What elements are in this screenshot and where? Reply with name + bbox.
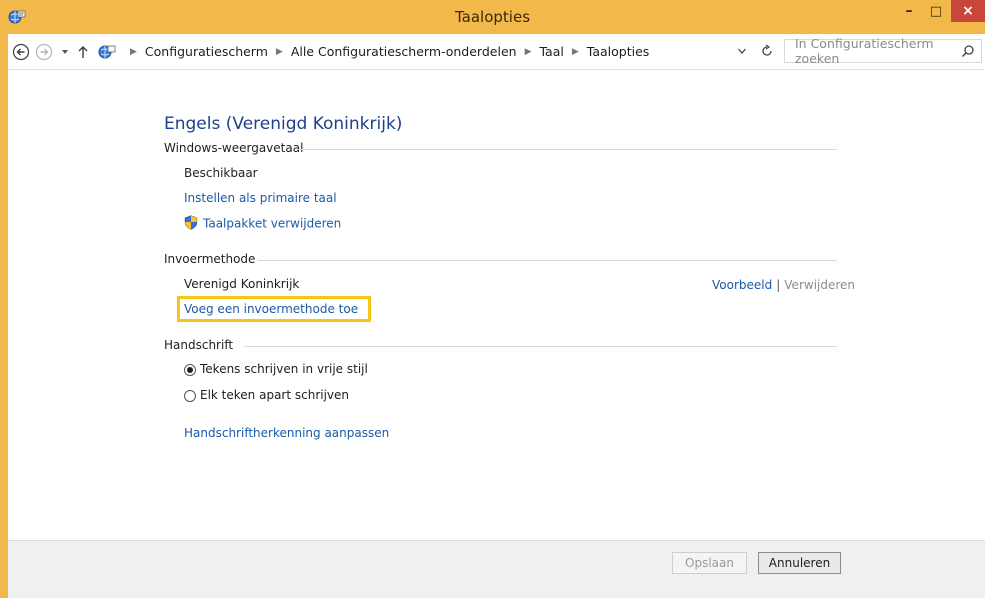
up-arrow-icon bbox=[78, 46, 88, 58]
address-bar: ▶ Configuratiescherm ▶ Alle Configuratie… bbox=[8, 34, 985, 70]
radio-single-label: Elk teken apart schrijven bbox=[200, 388, 350, 402]
breadcrumb-item-control-panel[interactable]: Configuratiescherm bbox=[145, 44, 268, 59]
chevron-down-icon bbox=[737, 48, 746, 54]
breadcrumb-separator-icon: ▶ bbox=[275, 46, 283, 57]
window-title: Taalopties bbox=[454, 8, 531, 26]
cancel-button[interactable]: Annuleren bbox=[758, 552, 841, 574]
refresh-icon bbox=[761, 44, 772, 56]
link-separator: | bbox=[776, 278, 781, 292]
back-button[interactable] bbox=[12, 43, 30, 61]
search-icon[interactable] bbox=[961, 44, 975, 61]
radio-button-selected[interactable] bbox=[184, 363, 196, 376]
input-method-actions: Voorbeeld | Verwijderen bbox=[712, 278, 855, 292]
preview-link[interactable]: Voorbeeld bbox=[712, 278, 772, 292]
add-input-method-link[interactable]: Voeg een invoermethode toe bbox=[184, 302, 358, 316]
set-primary-language-link[interactable]: Instellen als primaire taal bbox=[184, 191, 337, 205]
refresh-button[interactable] bbox=[760, 44, 774, 61]
language-icon bbox=[98, 45, 116, 59]
radio-single-character[interactable]: Elk teken apart schrijven bbox=[184, 388, 349, 402]
breadcrumb-item-all-items[interactable]: Alle Configuratiescherm-onderdelen bbox=[291, 44, 517, 59]
section-divider bbox=[258, 260, 837, 261]
breadcrumb-item-language[interactable]: Taal bbox=[539, 44, 563, 59]
section-divider bbox=[298, 149, 837, 150]
input-method-name: Verenigd Koninkrijk bbox=[184, 277, 300, 291]
breadcrumb-separator-icon: ▶ bbox=[571, 46, 579, 57]
display-language-status: Beschikbaar bbox=[184, 166, 258, 180]
minimize-icon: – bbox=[905, 3, 913, 19]
maximize-button[interactable]: □ bbox=[923, 0, 949, 22]
address-controls bbox=[730, 40, 780, 64]
title-bar[interactable]: Taalopties – □ × bbox=[0, 0, 985, 34]
section-label-display-language: Windows-weergavetaal bbox=[164, 141, 304, 155]
address-history-button[interactable] bbox=[737, 45, 747, 59]
minimize-button[interactable]: – bbox=[895, 0, 923, 22]
content-area: Engels (Verenigd Koninkrijk) Windows-wee… bbox=[8, 70, 985, 540]
search-placeholder: In Configuratiescherm zoeken bbox=[795, 36, 934, 66]
remove-input-method-link: Verwijderen bbox=[784, 278, 856, 292]
window: Taalopties – □ × ▶ Configuratiescherm ▶ … bbox=[0, 0, 985, 598]
radio-button-unselected[interactable] bbox=[184, 389, 196, 402]
close-button[interactable]: × bbox=[951, 0, 985, 22]
section-divider bbox=[244, 346, 837, 347]
section-label-input-method: Invoermethode bbox=[164, 252, 256, 266]
customize-handwriting-link[interactable]: Handschriftherkenning aanpassen bbox=[184, 426, 389, 440]
recent-locations-button[interactable] bbox=[58, 43, 72, 61]
breadcrumb-separator-icon: ▶ bbox=[524, 46, 532, 57]
footer-bar: Opslaan Annuleren bbox=[8, 540, 985, 598]
forward-arrow-icon bbox=[35, 43, 53, 61]
save-button[interactable]: Opslaan bbox=[672, 552, 747, 574]
remove-language-pack-label: Taalpakket verwijderen bbox=[203, 216, 342, 231]
location-icon-button bbox=[96, 43, 118, 61]
breadcrumb-item-language-options[interactable]: Taalopties bbox=[587, 44, 650, 59]
remove-language-pack-link[interactable]: Taalpakket verwijderen bbox=[184, 215, 341, 233]
back-arrow-icon bbox=[12, 43, 30, 61]
up-button[interactable] bbox=[76, 43, 90, 61]
chevron-down-icon bbox=[62, 50, 68, 54]
forward-button[interactable] bbox=[35, 43, 53, 61]
radio-freestyle[interactable]: Tekens schrijven in vrije stijl bbox=[184, 362, 368, 376]
breadcrumb: ▶ Configuratiescherm ▶ Alle Configuratie… bbox=[122, 44, 649, 59]
close-icon: × bbox=[962, 3, 974, 19]
page-title: Engels (Verenigd Koninkrijk) bbox=[164, 114, 403, 134]
breadcrumb-separator-icon: ▶ bbox=[130, 46, 137, 57]
search-input[interactable]: In Configuratiescherm zoeken bbox=[784, 36, 982, 66]
radio-freestyle-label: Tekens schrijven in vrije stijl bbox=[200, 362, 368, 376]
shield-icon bbox=[184, 215, 198, 233]
section-label-handwriting: Handschrift bbox=[164, 338, 234, 352]
maximize-icon: □ bbox=[929, 3, 943, 19]
